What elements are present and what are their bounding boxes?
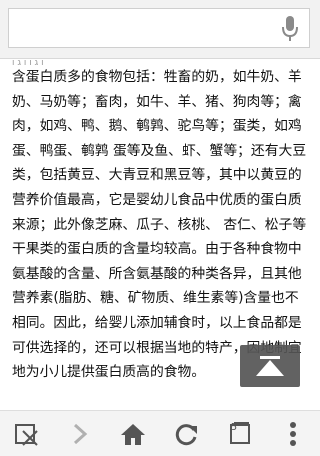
top-bar-icon	[260, 356, 280, 359]
search-box[interactable]	[8, 8, 310, 48]
tabs-button[interactable]: 5	[222, 416, 258, 452]
menu-button[interactable]	[275, 416, 311, 452]
browser-top-bar	[0, 0, 320, 59]
search-input[interactable]	[15, 15, 269, 43]
forward-button[interactable]	[62, 416, 98, 452]
refresh-icon	[175, 423, 197, 445]
tab-count: 5	[230, 421, 238, 433]
refresh-button[interactable]	[169, 416, 205, 452]
more-vertical-icon	[290, 421, 297, 446]
home-icon	[121, 423, 146, 445]
article-paragraph: 含蛋白质多的食物包括：牲畜的奶，如牛奶、羊奶、马奶等；畜肉，如牛、羊、猪、狗肉等…	[12, 69, 307, 381]
chevron-right-icon	[73, 423, 88, 444]
close-page-button[interactable]	[9, 416, 45, 452]
browser-bottom-toolbar: 5	[0, 410, 320, 456]
up-arrow-icon	[256, 360, 284, 376]
close-page-icon	[14, 423, 38, 446]
scroll-to-top-button[interactable]	[240, 345, 300, 387]
microphone-icon[interactable]	[281, 15, 299, 43]
home-button[interactable]	[115, 416, 151, 452]
